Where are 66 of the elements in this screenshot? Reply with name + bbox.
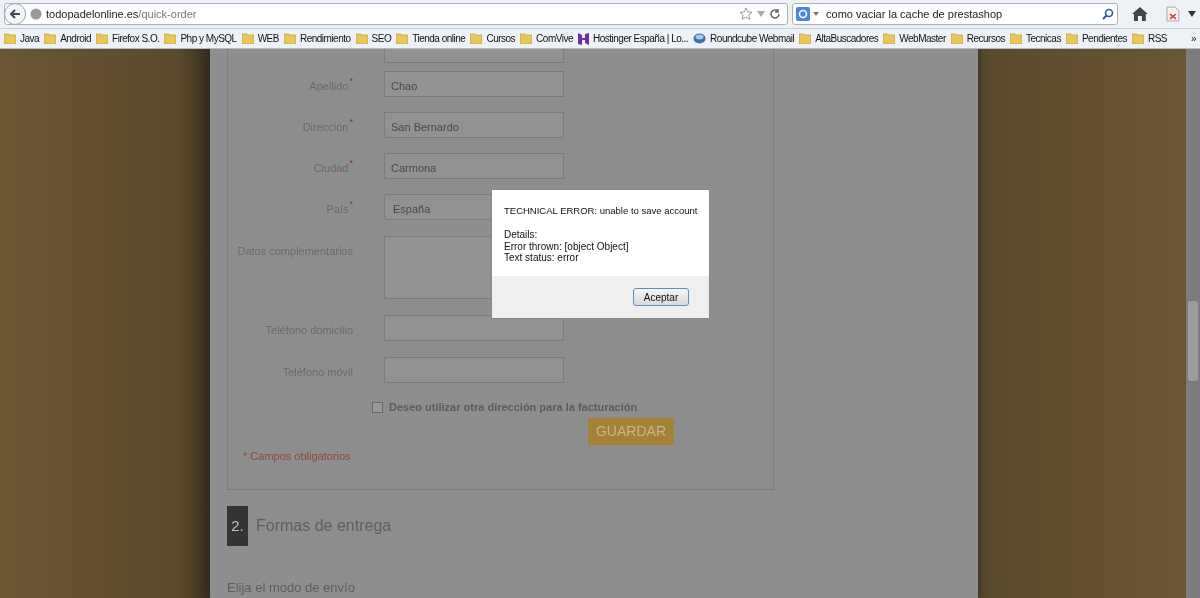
dialog-detail: Details: xyxy=(504,229,539,241)
folder-icon xyxy=(1065,33,1078,44)
text-field[interactable] xyxy=(384,315,564,341)
bookmark[interactable]: WEB xyxy=(241,31,279,46)
folder-icon xyxy=(4,33,16,44)
bookmark[interactable]: Java xyxy=(4,31,40,46)
required-mark: * xyxy=(349,75,353,88)
folder-icon xyxy=(1010,33,1022,44)
bookmark[interactable]: Roundcube Webmail xyxy=(693,31,795,46)
dropdown-icon[interactable] xyxy=(757,11,766,17)
scrollbar[interactable] xyxy=(1186,49,1200,598)
folder-icon xyxy=(799,33,812,44)
folder-icon xyxy=(96,33,109,44)
folder-icon xyxy=(164,33,177,44)
required-mark: * xyxy=(349,116,353,129)
bookmark[interactable]: Tienda online xyxy=(396,31,466,46)
bookmark[interactable]: ComVive xyxy=(520,31,573,46)
bookmark[interactable]: SEO xyxy=(355,31,392,46)
dropdown-icon[interactable] xyxy=(813,12,820,16)
section-number: 2. xyxy=(227,506,248,546)
folder-icon xyxy=(1131,33,1144,44)
required-mark: * xyxy=(349,157,353,170)
folder-icon xyxy=(396,33,409,44)
star-icon[interactable] xyxy=(739,7,754,21)
folder-icon xyxy=(883,33,896,44)
search-engine-icon[interactable] xyxy=(796,7,811,21)
bookmark[interactable]: Cursos xyxy=(470,31,516,46)
required-note: * Campos obligatorios xyxy=(243,449,351,464)
checkbox[interactable] xyxy=(372,401,383,413)
bookmark[interactable]: Recursos xyxy=(950,31,1005,46)
bookmark[interactable]: Tecnicas xyxy=(1010,31,1061,46)
menu-dropdown-icon[interactable] xyxy=(1188,11,1196,17)
search-field[interactable]: como vaciar la cache de prestashop xyxy=(792,3,1119,25)
bookmark[interactable]: WebMaster xyxy=(883,31,946,46)
reload-icon[interactable] xyxy=(769,8,782,20)
folder-icon xyxy=(241,33,254,44)
folder-icon xyxy=(44,33,57,44)
required-mark: * xyxy=(349,198,353,211)
back-arrow-icon xyxy=(9,8,21,20)
bookmark[interactable]: Pendientes xyxy=(1065,31,1127,46)
folder-icon xyxy=(520,33,533,44)
dialog-detail: Error thrown: [object Object] xyxy=(504,240,630,252)
home-icon[interactable] xyxy=(1132,7,1149,21)
folder-icon xyxy=(283,33,296,44)
bookmark[interactable]: AltaBuscadores xyxy=(799,31,879,46)
bookmark[interactable]: Php y MySQL xyxy=(164,31,237,46)
back-button[interactable] xyxy=(4,3,26,25)
bookmark[interactable]: RSS xyxy=(1131,31,1167,46)
folder-icon xyxy=(470,33,483,44)
bookmark[interactable]: Android xyxy=(44,31,92,46)
bookmark[interactable]: Hostinger España | Lo... xyxy=(578,31,689,46)
h-logo-icon xyxy=(578,32,589,45)
search-icon[interactable] xyxy=(1102,8,1115,20)
bookmark[interactable]: Firefox S.O. xyxy=(96,31,160,46)
bookmarks-overflow[interactable]: » xyxy=(1190,31,1196,46)
url-text: todopadelonline.es/quick-order xyxy=(46,6,198,22)
globe-icon xyxy=(30,8,42,20)
folder-icon xyxy=(950,33,963,44)
search-query: como vaciar la cache de prestashop xyxy=(826,6,1004,22)
bookmark[interactable]: Rendimiento xyxy=(283,31,351,46)
document-icon[interactable] xyxy=(1166,6,1181,22)
accept-button[interactable]: Aceptar xyxy=(633,288,689,306)
dialog-detail: Text status: error xyxy=(504,252,580,264)
folder-icon xyxy=(355,33,368,44)
address-bar[interactable]: todopadelonline.es/quick-order xyxy=(4,3,789,25)
sphere-icon xyxy=(693,33,707,44)
